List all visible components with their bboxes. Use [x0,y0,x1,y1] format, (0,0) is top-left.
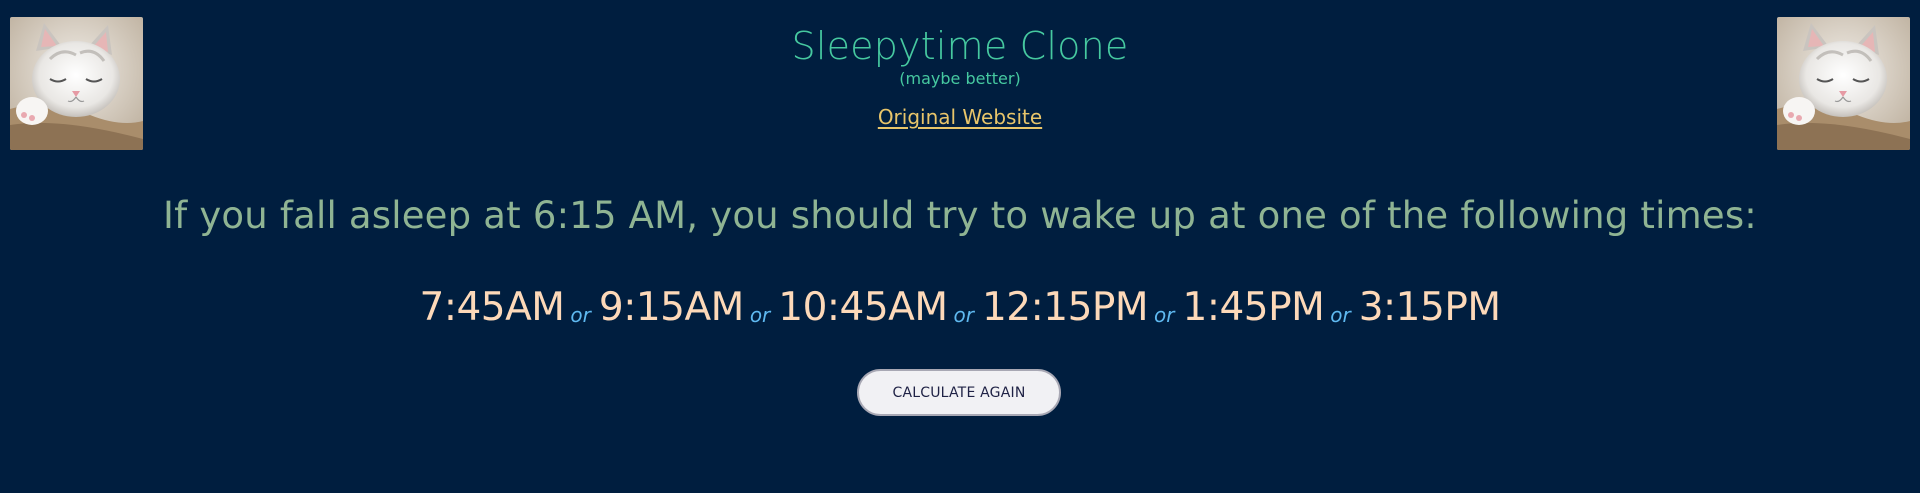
wake-time: 3:15PM [1358,285,1501,330]
or-separator: or [1330,303,1351,327]
wake-times-list: 7:45AM or 9:15AM or 10:45AM or 12:15PM or 1:45PM… [0,282,1920,334]
page-title: Sleepytime Clone [791,24,1129,68]
page-subtitle: (maybe better) [899,69,1021,88]
result-message: If you fall asleep at 6:15 AM, you shoul… [163,194,1757,237]
wake-time: 1:45PM [1182,285,1325,330]
wake-time: 7:45AM [419,285,565,330]
or-separator: or [570,303,591,327]
wake-time: 12:15PM [981,285,1149,330]
original-website-link[interactable]: Original Website [878,105,1042,129]
wake-time: 9:15AM [598,285,744,330]
calculate-again-button[interactable]: CALCULATE AGAIN [857,369,1061,416]
or-separator: or [1154,303,1175,327]
wake-time: 10:45AM [778,285,948,330]
or-separator: or [749,303,771,327]
or-separator: or [953,303,974,327]
page-header: Sleepytime Clone (maybe better) Original… [0,22,1920,129]
